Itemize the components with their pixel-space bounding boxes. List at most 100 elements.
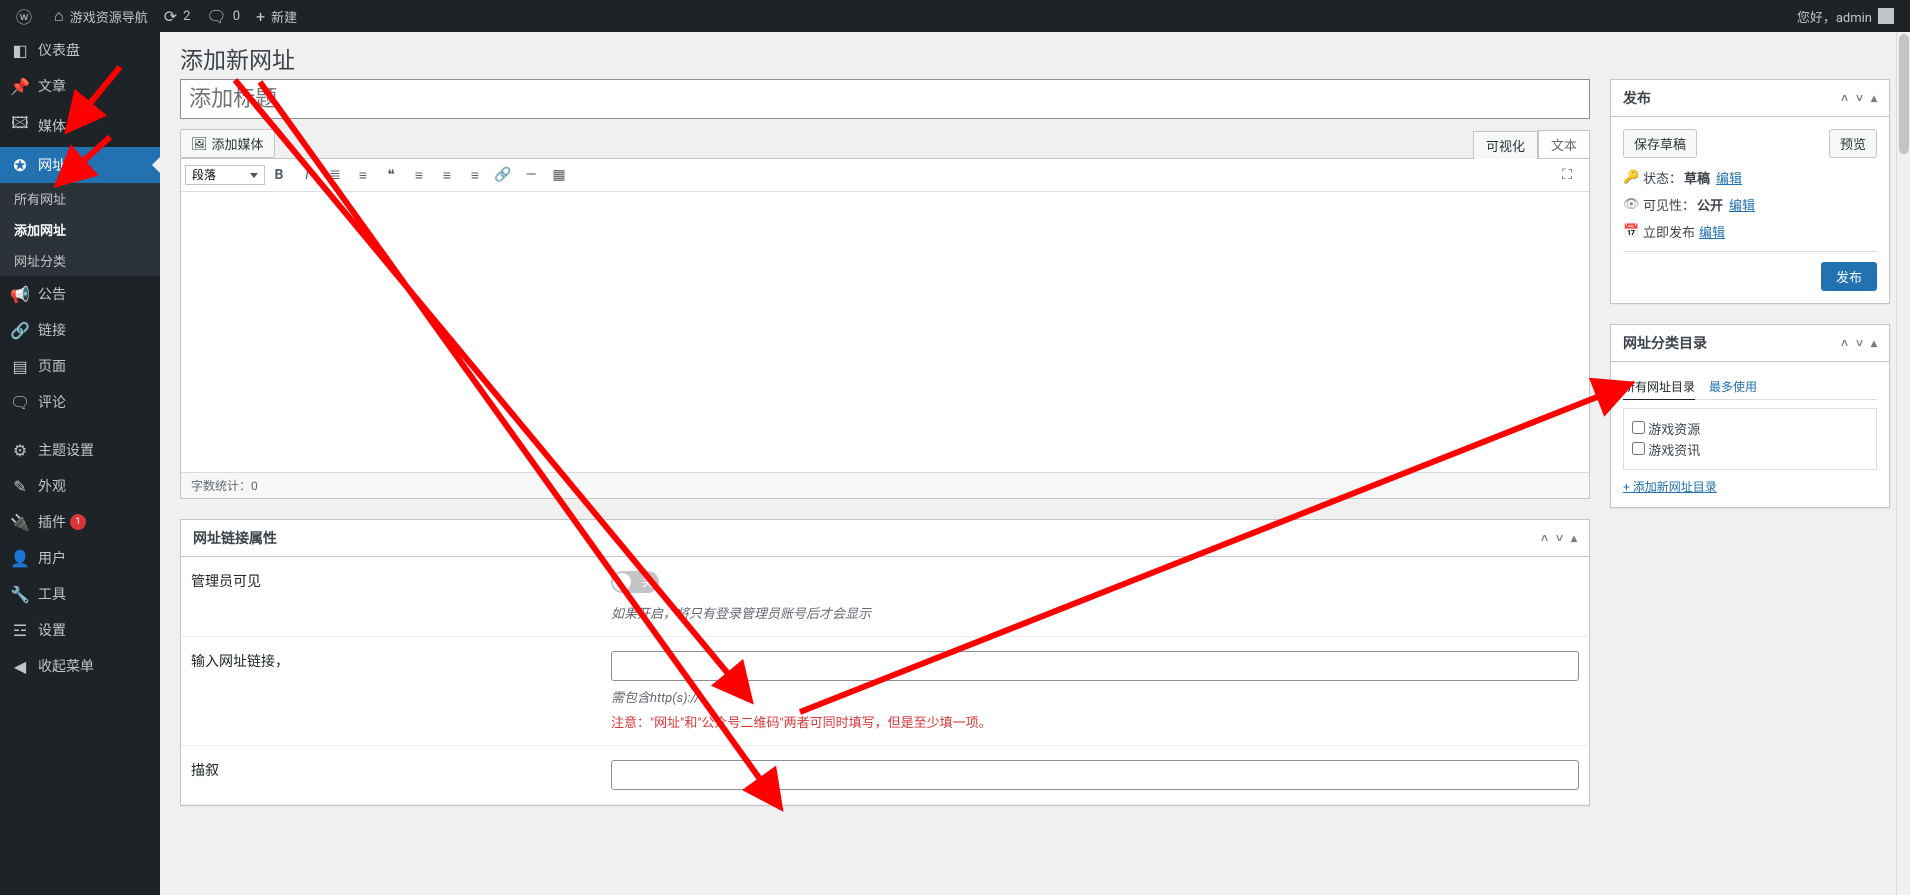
menu-collapse[interactable]: ◀收起菜单	[0, 648, 160, 684]
save-draft-button[interactable]: 保存草稿	[1623, 129, 1697, 158]
edit-schedule-link[interactable]: 编辑	[1699, 222, 1725, 241]
menu-media[interactable]: 🖾媒体	[0, 104, 160, 147]
move-up-icon[interactable]: ˄	[1541, 531, 1548, 545]
move-down-icon[interactable]: ˅	[1856, 336, 1863, 350]
menu-appearance[interactable]: ✎外观	[0, 468, 160, 504]
add-media-button[interactable]: 🖼添加媒体	[180, 129, 275, 158]
category-checkbox[interactable]	[1632, 421, 1645, 434]
edit-visibility-link[interactable]: 编辑	[1729, 195, 1755, 214]
submenu-link-categories[interactable]: 网址分类	[0, 245, 160, 276]
move-up-icon[interactable]: ˄	[1841, 91, 1848, 105]
menu-settings[interactable]: ☲设置	[0, 612, 160, 648]
row-admin-visible: 管理员可见 关 如果开启，将只有登录管理员账号后才会显示	[181, 557, 1589, 637]
user-greeting[interactable]: 您好，admin	[1789, 0, 1902, 32]
menu-pages[interactable]: ▤页面	[0, 348, 160, 384]
category-list: 游戏资源 游戏资讯	[1623, 408, 1877, 470]
align-center-button[interactable]: ≡	[433, 161, 461, 189]
visibility-row: 👁可见性：公开编辑	[1623, 195, 1877, 214]
schedule-row: 📅立即发布编辑	[1623, 222, 1877, 241]
menu-dashboard[interactable]: ◧仪表盘	[0, 32, 160, 68]
category-item[interactable]: 游戏资讯	[1632, 440, 1868, 459]
toggle-icon[interactable]: ▴	[1571, 531, 1577, 545]
label-url: 输入网址链接，	[181, 651, 611, 731]
link-button[interactable]: 🔗	[489, 161, 517, 189]
more-button[interactable]: —	[517, 161, 545, 189]
user-icon: 👤	[10, 549, 30, 568]
menu-links[interactable]: ✪网址	[0, 147, 160, 183]
home-icon: ⌂	[54, 6, 64, 26]
menu-comments[interactable]: 🗨评论	[0, 384, 160, 420]
publish-header[interactable]: 发布 ˄ ˅ ▴	[1611, 80, 1889, 117]
greeting-text: 您好，admin	[1797, 7, 1872, 26]
menu-plugins[interactable]: 🔌插件1	[0, 504, 160, 540]
cat-tab-all[interactable]: 所有网址目录	[1623, 374, 1695, 400]
menu-notice[interactable]: 📢公告	[0, 276, 160, 312]
menu-users[interactable]: 👤用户	[0, 540, 160, 576]
comment-icon: 🗨	[10, 393, 30, 412]
url-input[interactable]	[611, 651, 1579, 681]
number-list-button[interactable]: ≡	[349, 161, 377, 189]
cat-tab-most[interactable]: 最多使用	[1709, 374, 1757, 399]
brush-icon: ✎	[10, 477, 30, 496]
add-category-link[interactable]: + 添加新网址目录	[1623, 478, 1717, 495]
desc-admin-visible: 如果开启，将只有登录管理员账号后才会显示	[611, 603, 1579, 622]
submenu-add-link[interactable]: 添加网址	[0, 214, 160, 245]
move-up-icon[interactable]: ˄	[1841, 336, 1848, 350]
desc-url: 需包含http(s)://	[611, 687, 1579, 706]
editor-body[interactable]	[181, 192, 1589, 472]
wp-logo[interactable]: ⓦ	[8, 0, 46, 32]
gear-icon: ⚙	[10, 441, 30, 460]
bold-button[interactable]: B	[265, 161, 293, 189]
quote-button[interactable]: ❝	[377, 161, 405, 189]
move-down-icon[interactable]: ˅	[1556, 531, 1563, 545]
tab-text[interactable]: 文本	[1538, 130, 1590, 158]
plugins-badge: 1	[70, 514, 86, 530]
post-title-input[interactable]	[180, 79, 1590, 119]
category-item[interactable]: 游戏资源	[1632, 419, 1868, 438]
desc-input[interactable]	[611, 760, 1579, 790]
toggle-icon[interactable]: ▴	[1871, 336, 1877, 350]
preview-button[interactable]: 预览	[1829, 129, 1877, 158]
toggle-icon[interactable]: ▴	[1871, 91, 1877, 105]
warn-url: 注意："网址"和"公众号二维码"两者可同时填写，但是至少填一项。	[611, 712, 1579, 731]
site-name-link[interactable]: ⌂游戏资源导航	[46, 0, 156, 32]
comments-link[interactable]: 🗨0	[198, 0, 248, 32]
page-title: 添加新网址	[180, 32, 1890, 79]
italic-button[interactable]: I	[293, 161, 321, 189]
menu-tools[interactable]: 🔧工具	[0, 576, 160, 612]
new-content-link[interactable]: +新建	[248, 0, 305, 32]
align-left-button[interactable]: ≡	[405, 161, 433, 189]
fullscreen-button[interactable]: ⛶	[1553, 161, 1581, 189]
menu-wp-links[interactable]: 🔗链接	[0, 312, 160, 348]
publish-button[interactable]: 发布	[1821, 262, 1877, 291]
menu-theme-opts[interactable]: ⚙主题设置	[0, 432, 160, 468]
category-header[interactable]: 网址分类目录 ˄ ˅ ▴	[1611, 325, 1889, 362]
status-row: 🔑状态：草稿编辑	[1623, 168, 1877, 187]
collapse-icon: ◀	[10, 657, 30, 676]
edit-status-link[interactable]: 编辑	[1716, 168, 1742, 187]
toggle-admin-visible[interactable]: 关	[611, 571, 659, 593]
dashboard-icon: ◧	[10, 41, 30, 60]
submenu-all-links[interactable]: 所有网址	[0, 183, 160, 214]
menu-posts[interactable]: 📌文章	[0, 68, 160, 104]
move-down-icon[interactable]: ˅	[1856, 91, 1863, 105]
link-icon: 🔗	[10, 321, 30, 340]
key-icon: 🔑	[1623, 170, 1643, 185]
avatar	[1878, 8, 1894, 24]
align-right-button[interactable]: ≡	[461, 161, 489, 189]
calendar-icon: 📅	[1623, 224, 1643, 239]
bullet-list-button[interactable]: ≣	[321, 161, 349, 189]
editor-toolbar: 段落 B I ≣ ≡ ❝ ≡ ≡ ≡ 🔗 — ▦ ⛶	[181, 159, 1589, 192]
link-props-header[interactable]: 网址链接属性 ˄ ˅ ▴	[181, 520, 1589, 557]
page-icon: ▤	[10, 357, 30, 376]
updates-link[interactable]: ⟳2	[156, 0, 199, 32]
comments-count: 0	[233, 9, 240, 24]
format-select[interactable]: 段落	[185, 165, 265, 185]
toolbar-toggle-button[interactable]: ▦	[545, 161, 573, 189]
globe-icon: ✪	[10, 156, 30, 175]
window-scrollbar[interactable]	[1896, 32, 1910, 895]
tab-visual[interactable]: 可视化	[1473, 131, 1538, 159]
category-checkbox[interactable]	[1632, 442, 1645, 455]
row-desc: 描叙	[181, 746, 1589, 805]
pin-icon: 📌	[10, 77, 30, 96]
